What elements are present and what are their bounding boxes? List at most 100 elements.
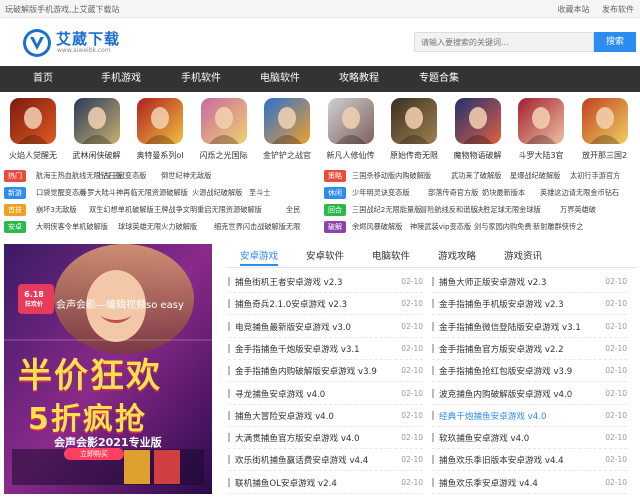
list-item-title[interactable]: 金手指捕鱼手机版安卓游戏 v2.3 (439, 298, 564, 310)
list-item[interactable]: 波克捕鱼内购破解版安卓游戏 v4.0 02-10 (432, 383, 627, 405)
category-tag[interactable]: 策略 (324, 170, 346, 182)
list-item[interactable]: 经典千炮捕鱼安卓游戏 v4.0 02-10 (432, 405, 627, 427)
list-item[interactable]: 捕鱼大冒险安卓游戏 v4.0 02-10 (228, 405, 423, 427)
site-logo[interactable]: 艾葳下载 www.aiweibk.com (22, 26, 142, 60)
list-item-title[interactable]: 金手指捕鱼官方版安卓游戏 v2.2 (439, 343, 564, 355)
tag-link[interactable]: 圣斗士 (249, 188, 271, 198)
game-card[interactable]: 斗罗大陆3官 (510, 96, 572, 166)
list-item-title[interactable]: 金手指捕鱼微信登陆版安卓游戏 v3.1 (439, 321, 581, 333)
nav-item-home[interactable]: 首页 (8, 66, 78, 92)
category-tag[interactable]: 热门 (4, 170, 26, 182)
list-item-title[interactable]: 波克捕鱼内购破解版安卓游戏 v4.0 (439, 388, 572, 400)
tag-link[interactable]: 火源战纪破解版 (192, 188, 242, 198)
tag-link[interactable]: 少年明灵诀变态版 (352, 188, 410, 198)
search-input[interactable] (414, 32, 594, 52)
tag-link[interactable]: 奶块最新版本 (482, 188, 525, 198)
game-card[interactable]: 原始传奇无限 (383, 96, 445, 166)
list-item[interactable]: 欢乐街机捕鱼赢话费安卓游戏 v4.4 02-10 (228, 449, 423, 472)
tab-android-software[interactable]: 安卓软件 (306, 248, 344, 266)
tag-link[interactable]: 球球英雄无限火力破解版 (118, 222, 197, 232)
nav-item-guides[interactable]: 攻略教程 (324, 66, 394, 92)
list-item-title[interactable]: 联机捕鱼OL安卓游戏 v2.4 (235, 477, 337, 489)
tag-link[interactable]: 三国杀移动版内购破解版 (352, 171, 431, 181)
game-card[interactable]: 放开那三国2 (574, 96, 636, 166)
banner-buy-button[interactable]: 立即购买 (64, 448, 124, 460)
tag-link[interactable]: 星爆战纪破解版 (510, 171, 560, 181)
list-item-title[interactable]: 欢乐街机捕鱼赢话费安卓游戏 v4.4 (235, 454, 368, 466)
list-item-title[interactable]: 金手指捕鱼抢红包版安卓游戏 v3.9 (439, 365, 572, 377)
list-item[interactable]: 联机捕鱼OL安卓游戏 v2.4 02-10 (228, 472, 423, 494)
tag-link[interactable]: 神陵武装vip变态版 (410, 222, 471, 232)
list-item[interactable]: 金手指捕鱼手机版安卓游戏 v2.3 02-10 (432, 293, 627, 316)
list-item-title[interactable]: 金手指捕鱼千炮版安卓游戏 v3.1 (235, 343, 360, 355)
list-item-title[interactable]: 大满贯捕鱼官方版安卓游戏 v4.0 (235, 432, 360, 444)
tab-pc-software[interactable]: 电脑软件 (372, 248, 410, 266)
game-card[interactable]: 金铲铲之战官 (256, 96, 318, 166)
tag-link[interactable]: 倒世纪神无敌版 (161, 171, 211, 181)
tag-link[interactable]: 剑与家园内购免费 (474, 222, 532, 232)
tab-game-news[interactable]: 游戏资讯 (504, 248, 542, 266)
game-card[interactable]: 奥特曼系列ol (129, 96, 191, 166)
list-item[interactable]: 捕鱼欢乐季旧版本安卓游戏 v4.4 02-10 (432, 449, 627, 472)
publish-link[interactable]: 发布软件 (602, 5, 634, 14)
list-item-title[interactable]: 捕鱼欢乐季旧版本安卓游戏 v4.4 (439, 454, 564, 466)
list-item-title[interactable]: 捕鱼街机王者安卓游戏 v2.3 (235, 276, 342, 288)
list-item[interactable]: 捕鱼街机王者安卓游戏 v2.3 02-10 (228, 271, 423, 293)
nav-item-pc-software[interactable]: 电脑软件 (245, 66, 315, 92)
tag-link[interactable]: 口袋觉醒变态版 (36, 188, 86, 198)
tag-link[interactable]: 全民 (286, 205, 300, 215)
tag-link[interactable]: 余烬风暴破解版 (352, 222, 402, 232)
tag-link[interactable]: 太初行手游官方 (570, 171, 620, 181)
list-item[interactable]: 寻龙捕鱼安卓游戏 v4.0 02-10 (228, 383, 423, 405)
list-item[interactable]: 大满贯捕鱼官方版安卓游戏 v4.0 02-10 (228, 427, 423, 450)
nav-item-mobile-games[interactable]: 手机游戏 (86, 66, 156, 92)
category-tag[interactable]: 首技 (4, 204, 26, 216)
search-button[interactable]: 搜索 (594, 32, 636, 52)
tab-game-guides[interactable]: 游戏攻略 (438, 248, 476, 266)
list-item-title[interactable]: 捕鱼欢乐季安卓游戏 v4.4 (439, 477, 538, 489)
tag-link[interactable]: 王牌战争文明重启无限资源破解版 (154, 205, 262, 215)
tag-link[interactable]: 双生幻想单机破解版 (89, 205, 154, 215)
tag-link[interactable]: 新射雕群侠传之 (533, 222, 583, 232)
category-tag[interactable]: 破解 (324, 221, 346, 233)
list-item-title[interactable]: 经典千炮捕鱼安卓游戏 v4.0 (439, 410, 546, 422)
list-item-title[interactable]: 寻龙捕鱼安卓游戏 v4.0 (235, 388, 325, 400)
category-tag[interactable]: 新游 (4, 187, 26, 199)
list-item[interactable]: 捕鱼大师正版安卓游戏 v2.3 02-10 (432, 271, 627, 293)
list-item[interactable]: 金手指捕鱼官方版安卓游戏 v2.2 02-10 (432, 338, 627, 360)
list-item-title[interactable]: 电竞捕鱼最新版安卓游戏 v3.0 (235, 321, 351, 333)
list-item[interactable]: 金手指捕鱼内购破解版安卓游戏 v3.9 02-10 (228, 360, 423, 383)
game-card[interactable]: 闪烁之光国际 (193, 96, 255, 166)
category-tag[interactable]: 休闲 (324, 187, 346, 199)
tag-link[interactable]: 大明侠客令单机破解版 (36, 222, 108, 232)
tag-link[interactable]: 三国战纪2无限能量版 (352, 205, 421, 215)
game-card[interactable]: 火焰人觉醒无 (2, 96, 64, 166)
list-item[interactable]: 电竞捕鱼最新版安卓游戏 v3.0 02-10 (228, 316, 423, 338)
promo-banner[interactable]: 6.18 狂欢价 会声会影—编辑视频so easy 半价狂欢 5折疯抢 会声会影… (4, 244, 212, 494)
tag-link[interactable]: 上古王冠变态版 (96, 171, 146, 181)
nav-item-mobile-software[interactable]: 手机软件 (166, 66, 236, 92)
list-item[interactable]: 捕鱼奇兵2.1.0安卓游戏 v2.3 02-10 (228, 293, 423, 316)
tab-android-games[interactable]: 安卓游戏 (240, 248, 279, 266)
category-tag[interactable]: 回合 (324, 204, 346, 216)
list-item-title[interactable]: 软玖捕鱼安卓游戏 v4.0 (439, 432, 529, 444)
tag-link[interactable]: 斗罗大陆斗神再临无限资源破解版 (80, 188, 188, 198)
tag-link[interactable]: 英雄这边请无限金币钻石 (540, 188, 619, 198)
tag-link[interactable]: 武功来了破解版 (451, 171, 501, 181)
game-card[interactable]: 武林闲侠破解 (66, 96, 128, 166)
list-item-title[interactable]: 捕鱼大师正版安卓游戏 v2.3 (439, 276, 546, 288)
list-item[interactable]: 捕鱼欢乐季安卓游戏 v4.4 02-10 (432, 472, 627, 494)
list-item-title[interactable]: 捕鱼大冒险安卓游戏 v4.0 (235, 410, 334, 422)
list-item[interactable]: 金手指捕鱼抢红包版安卓游戏 v3.9 02-10 (432, 360, 627, 383)
list-item[interactable]: 软玖捕鱼安卓游戏 v4.0 02-10 (432, 427, 627, 450)
tag-link[interactable]: 决胜足球无限金球版 (476, 205, 541, 215)
game-card[interactable]: 魔物物语破解 (447, 96, 509, 166)
category-tag[interactable]: 安卓 (4, 221, 26, 233)
list-item-title[interactable]: 金手指捕鱼内购破解版安卓游戏 v3.9 (235, 365, 377, 377)
list-item-title[interactable]: 捕鱼奇兵2.1.0安卓游戏 v2.3 (235, 298, 347, 310)
bookmark-link[interactable]: 收藏本站 (557, 5, 589, 14)
game-card[interactable]: 新凡人修仙传 (320, 96, 382, 166)
tag-link[interactable]: 崩坏3无敌版 (36, 205, 77, 215)
tag-link[interactable]: 部落传奇官方版 (428, 188, 478, 198)
list-item[interactable]: 金手指捕鱼微信登陆版安卓游戏 v3.1 02-10 (432, 316, 627, 338)
